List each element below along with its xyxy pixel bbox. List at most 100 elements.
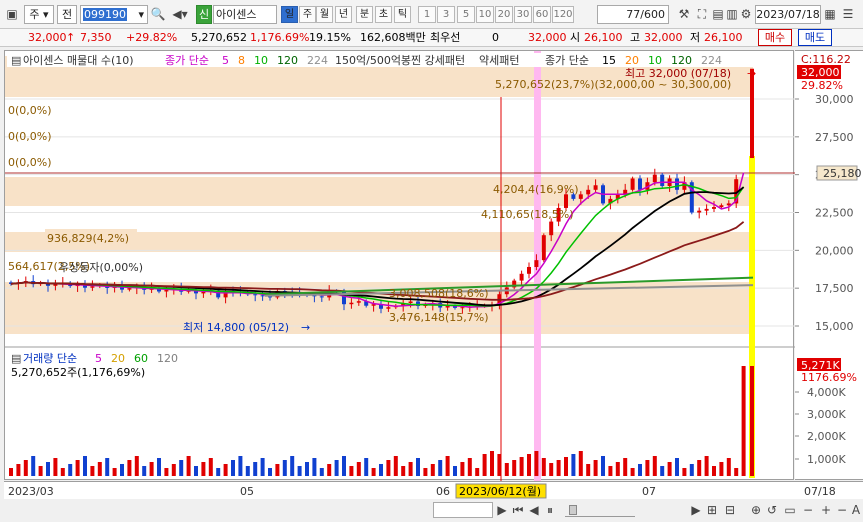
interval-20[interactable]: 20 (495, 6, 513, 23)
volume-bar-96 (719, 462, 724, 476)
play-icon[interactable]: ▶ (494, 502, 510, 518)
volume-bar-2 (23, 460, 28, 476)
high-label: 고 (630, 31, 641, 44)
volume-bar-7 (60, 468, 65, 476)
candle-body-69 (519, 273, 524, 281)
zoom-slider-handle[interactable] (569, 505, 577, 515)
volume-bar-5 (46, 462, 50, 476)
candle-body-96 (719, 205, 724, 208)
period-2[interactable]: 월 (316, 6, 333, 23)
legend-toggle-icon: ▤ (11, 54, 21, 67)
search-icon[interactable]: 🔍 (150, 6, 166, 22)
interval-60[interactable]: 60 (533, 6, 551, 23)
period-0[interactable]: 일 (281, 6, 298, 23)
date-field[interactable]: 2023/07/18 (755, 5, 821, 24)
zoom-slider[interactable] (565, 503, 635, 517)
volume-bar-40 (305, 462, 309, 476)
zoom-icon[interactable]: ⊞ (704, 502, 720, 518)
volume-bar-93 (697, 460, 702, 476)
minus-icon[interactable]: − (800, 502, 816, 518)
chevron-down-icon: ▾ (138, 8, 144, 21)
new-badge: 신 (196, 5, 212, 24)
candle-body-77 (578, 194, 583, 199)
calendar-icon[interactable]: ▦ (822, 6, 838, 22)
low-arrow: → (301, 321, 310, 334)
bar-count-field[interactable]: 77/600 (597, 5, 669, 24)
vp-label-2: 4,110,65(18,5%) (481, 208, 574, 221)
candle-body-93 (697, 210, 702, 213)
volume-bar-33 (253, 462, 258, 476)
volume-bar-57 (430, 464, 435, 476)
gear-icon[interactable]: ⚙ (738, 6, 754, 22)
interval-3[interactable]: 3 (437, 6, 455, 23)
pause-icon[interactable]: ⏸ (542, 502, 558, 518)
volume-bar-62 (467, 458, 472, 476)
sell-button[interactable]: 매도 (798, 29, 832, 46)
volume-bar-19 (149, 462, 154, 476)
volume-bar-55 (416, 458, 420, 476)
stock-code-input[interactable]: 099190 ▾ (80, 5, 148, 24)
more-icon[interactable]: ☰ (840, 6, 856, 22)
price-chart[interactable]: ▤ 아이센스 매물대 수(10) 종가 단순 5 8 10 120 224 150억/500억봉… (4, 50, 795, 481)
volume-bar-79 (593, 460, 598, 476)
scroll-track[interactable] (433, 502, 493, 518)
window-icon[interactable]: ▣ (4, 6, 20, 22)
fit-icon[interactable]: ⊟ (722, 502, 738, 518)
candle-body-84 (630, 178, 635, 190)
interval-1[interactable]: 1 (418, 6, 436, 23)
prev-button[interactable]: 전 (57, 5, 77, 24)
expand-icon[interactable]: ⛶ (694, 6, 710, 22)
period-4[interactable]: 분 (356, 6, 373, 23)
axis-tick-3: 22,500 (815, 207, 854, 220)
period-6[interactable]: 틱 (394, 6, 411, 23)
back-icon[interactable]: ◀ (526, 502, 542, 518)
period-5[interactable]: 초 (375, 6, 392, 23)
candle-last (750, 68, 754, 159)
interval-5[interactable]: 5 (457, 6, 475, 23)
candle-body-70 (527, 266, 531, 274)
interval-10[interactable]: 10 (476, 6, 494, 23)
period-1[interactable]: 주 (299, 6, 316, 23)
chart-type-select[interactable]: 주 ▾ (24, 5, 54, 24)
volume-bar-10 (83, 456, 87, 476)
x-label-3: 07 (642, 485, 656, 498)
zoom-in-icon[interactable]: ⊕ (748, 502, 764, 518)
axis-price-value: 32,000 (801, 66, 840, 79)
vol-toggle-icon: ▤ (11, 352, 21, 365)
speaker-icon[interactable]: ◀▾ (168, 6, 192, 22)
legend-ma-10: 10 (254, 54, 268, 67)
plus-icon[interactable]: + (818, 502, 834, 518)
volume-bar-47 (356, 462, 361, 476)
buy-button[interactable]: 매수 (758, 29, 792, 46)
reset-icon[interactable]: ↺ (764, 502, 780, 518)
stock-name-field[interactable]: 아이센스 (213, 5, 277, 24)
axis-vol-pct: 1176.69% (801, 371, 857, 384)
view-icon[interactable]: ▭ (782, 502, 798, 518)
skip-back-icon[interactable]: ⏮ (510, 502, 526, 518)
period-3[interactable]: 년 (335, 6, 352, 23)
volume-bar-13 (105, 458, 110, 476)
candle-body-46 (349, 302, 354, 305)
legend-ma2-label: 종가 단순 (545, 54, 589, 67)
volume-bar-59 (445, 456, 450, 476)
volume-bar-76 (571, 454, 576, 476)
volume-bar-81 (608, 466, 613, 476)
candle-body-78 (586, 189, 591, 195)
vp-zero-1: 0(0,0%) (8, 104, 52, 117)
volume-bar-68 (512, 460, 517, 476)
chart-canvas[interactable]: ▤ 아이센스 매물대 수(10) 종가 단순 5 8 10 120 224 150억/500억봉… (5, 51, 795, 481)
low-label: 저 (690, 31, 701, 44)
vp-label-3: 936,829(4,2%) (47, 232, 129, 245)
candle-body-87 (652, 174, 657, 183)
candle-body-72 (541, 235, 546, 261)
volume-bar-24 (186, 456, 191, 476)
font-icon[interactable]: A (848, 502, 863, 518)
scroll-right-icon[interactable]: ▶ (688, 502, 704, 518)
candle-body-6 (53, 284, 58, 286)
volume-bar-42 (319, 468, 324, 476)
interval-120[interactable]: 120 (552, 6, 574, 23)
volume-bar-69 (519, 457, 524, 476)
tools-icon[interactable]: ⚒ (676, 6, 692, 22)
interval-30[interactable]: 30 (514, 6, 532, 23)
legend-ma2-3: 120 (671, 54, 692, 67)
